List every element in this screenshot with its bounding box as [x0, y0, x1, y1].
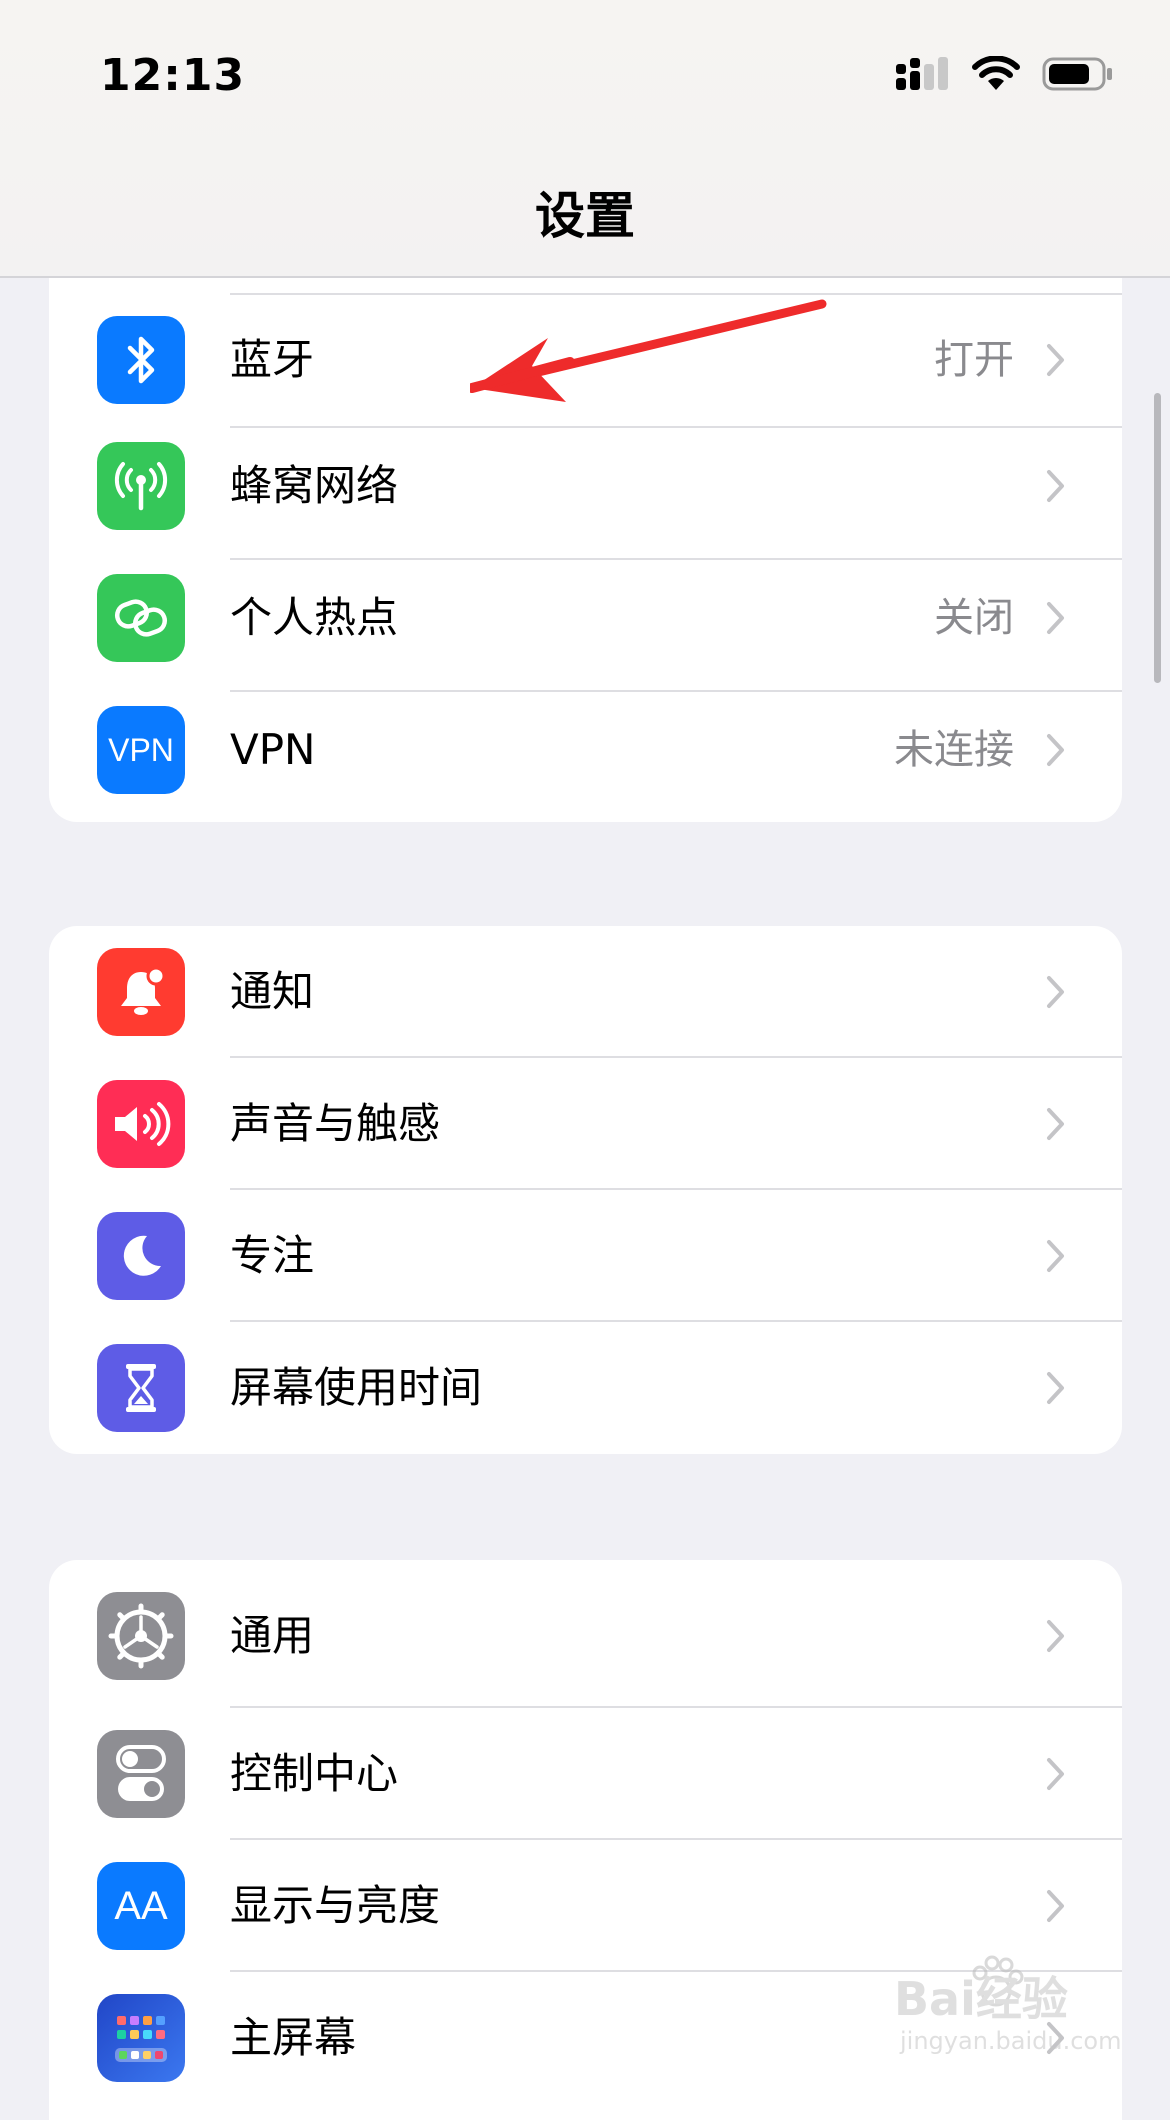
gear-icon	[97, 1592, 185, 1680]
settings-row-focus[interactable]: 专注	[49, 1190, 1122, 1322]
settings-row-vpn[interactable]: VPN VPN 未连接	[49, 692, 1122, 824]
row-value: 关闭	[934, 595, 1014, 641]
status-time: 12:13	[100, 50, 246, 101]
row-label: 声音与触感	[230, 1099, 441, 1148]
row-label: 控制中心	[230, 1749, 399, 1798]
chevron-right-icon	[1038, 593, 1074, 643]
chevron-right-icon	[1038, 1611, 1074, 1661]
settings-row-display[interactable]: AA 显示与亮度	[49, 1840, 1122, 1972]
settings-row-general[interactable]: 通用	[49, 1560, 1122, 1708]
settings-row-hotspot[interactable]: 个人热点 关闭	[49, 560, 1122, 692]
status-icons	[894, 54, 1114, 94]
chevron-right-icon	[1038, 725, 1074, 775]
row-label: 显示与亮度	[230, 1881, 441, 1930]
row-label: 专注	[230, 1231, 315, 1280]
row-label: 主屏幕	[230, 2013, 357, 2062]
row-label: 蜂窝网络	[230, 461, 399, 510]
chevron-right-icon	[1038, 1881, 1074, 1931]
cellular-signal-icon	[896, 57, 948, 90]
settings-row-screen-time[interactable]: 屏幕使用时间	[49, 1322, 1122, 1454]
battery-icon	[1042, 57, 1112, 91]
notifications-group: 通知 声音与触感 专注 屏幕使用时间	[49, 926, 1122, 1454]
page-title: 设置	[535, 187, 635, 245]
chevron-right-icon	[1038, 967, 1074, 1017]
navigation-header: 12:13 设置	[0, 0, 1170, 278]
scroll-indicator[interactable]	[1154, 393, 1161, 683]
watermark-url: jingyan.baidu.com	[900, 2027, 1122, 2055]
toggles-icon	[97, 1730, 185, 1818]
text-size-icon: AA	[97, 1862, 185, 1950]
hotspot-link-icon	[97, 574, 185, 662]
row-label: 个人热点	[230, 593, 399, 642]
chevron-right-icon	[1038, 1231, 1074, 1281]
settings-row-notifications[interactable]: 通知	[49, 926, 1122, 1058]
moon-icon	[97, 1212, 185, 1300]
row-label: 屏幕使用时间	[230, 1363, 483, 1412]
settings-row-sounds[interactable]: 声音与触感	[49, 1058, 1122, 1190]
row-label: 蓝牙	[230, 335, 315, 384]
watermark: Bai经验 jingyan.baidu.com	[894, 1955, 1144, 2065]
settings-row-control-center[interactable]: 控制中心	[49, 1708, 1122, 1840]
antenna-icon	[97, 442, 185, 530]
text-size-icon-text: AA	[114, 1883, 168, 1928]
chevron-right-icon	[1038, 461, 1074, 511]
speaker-icon	[97, 1080, 185, 1168]
vpn-icon: VPN	[97, 706, 185, 794]
home-screen-icon	[97, 1994, 185, 2082]
watermark-text: Bai经验	[894, 1972, 1068, 2026]
row-value: 打开	[934, 337, 1014, 383]
vpn-icon-text: VPN	[108, 731, 174, 768]
bluetooth-icon	[97, 316, 185, 404]
chevron-right-icon	[1038, 1363, 1074, 1413]
row-label: 通用	[230, 1611, 315, 1660]
hourglass-icon	[97, 1344, 185, 1432]
bell-icon	[97, 948, 185, 1036]
chevron-right-icon	[1038, 335, 1074, 385]
settings-row-cellular[interactable]: 蜂窝网络	[49, 428, 1122, 560]
row-value: 未连接	[894, 727, 1014, 773]
chevron-right-icon	[1038, 1099, 1074, 1149]
wifi-icon	[972, 56, 1020, 90]
chevron-right-icon	[1038, 1749, 1074, 1799]
annotation-arrow-icon	[470, 299, 827, 402]
row-label: 通知	[230, 967, 315, 1016]
row-label: VPN	[230, 725, 316, 774]
